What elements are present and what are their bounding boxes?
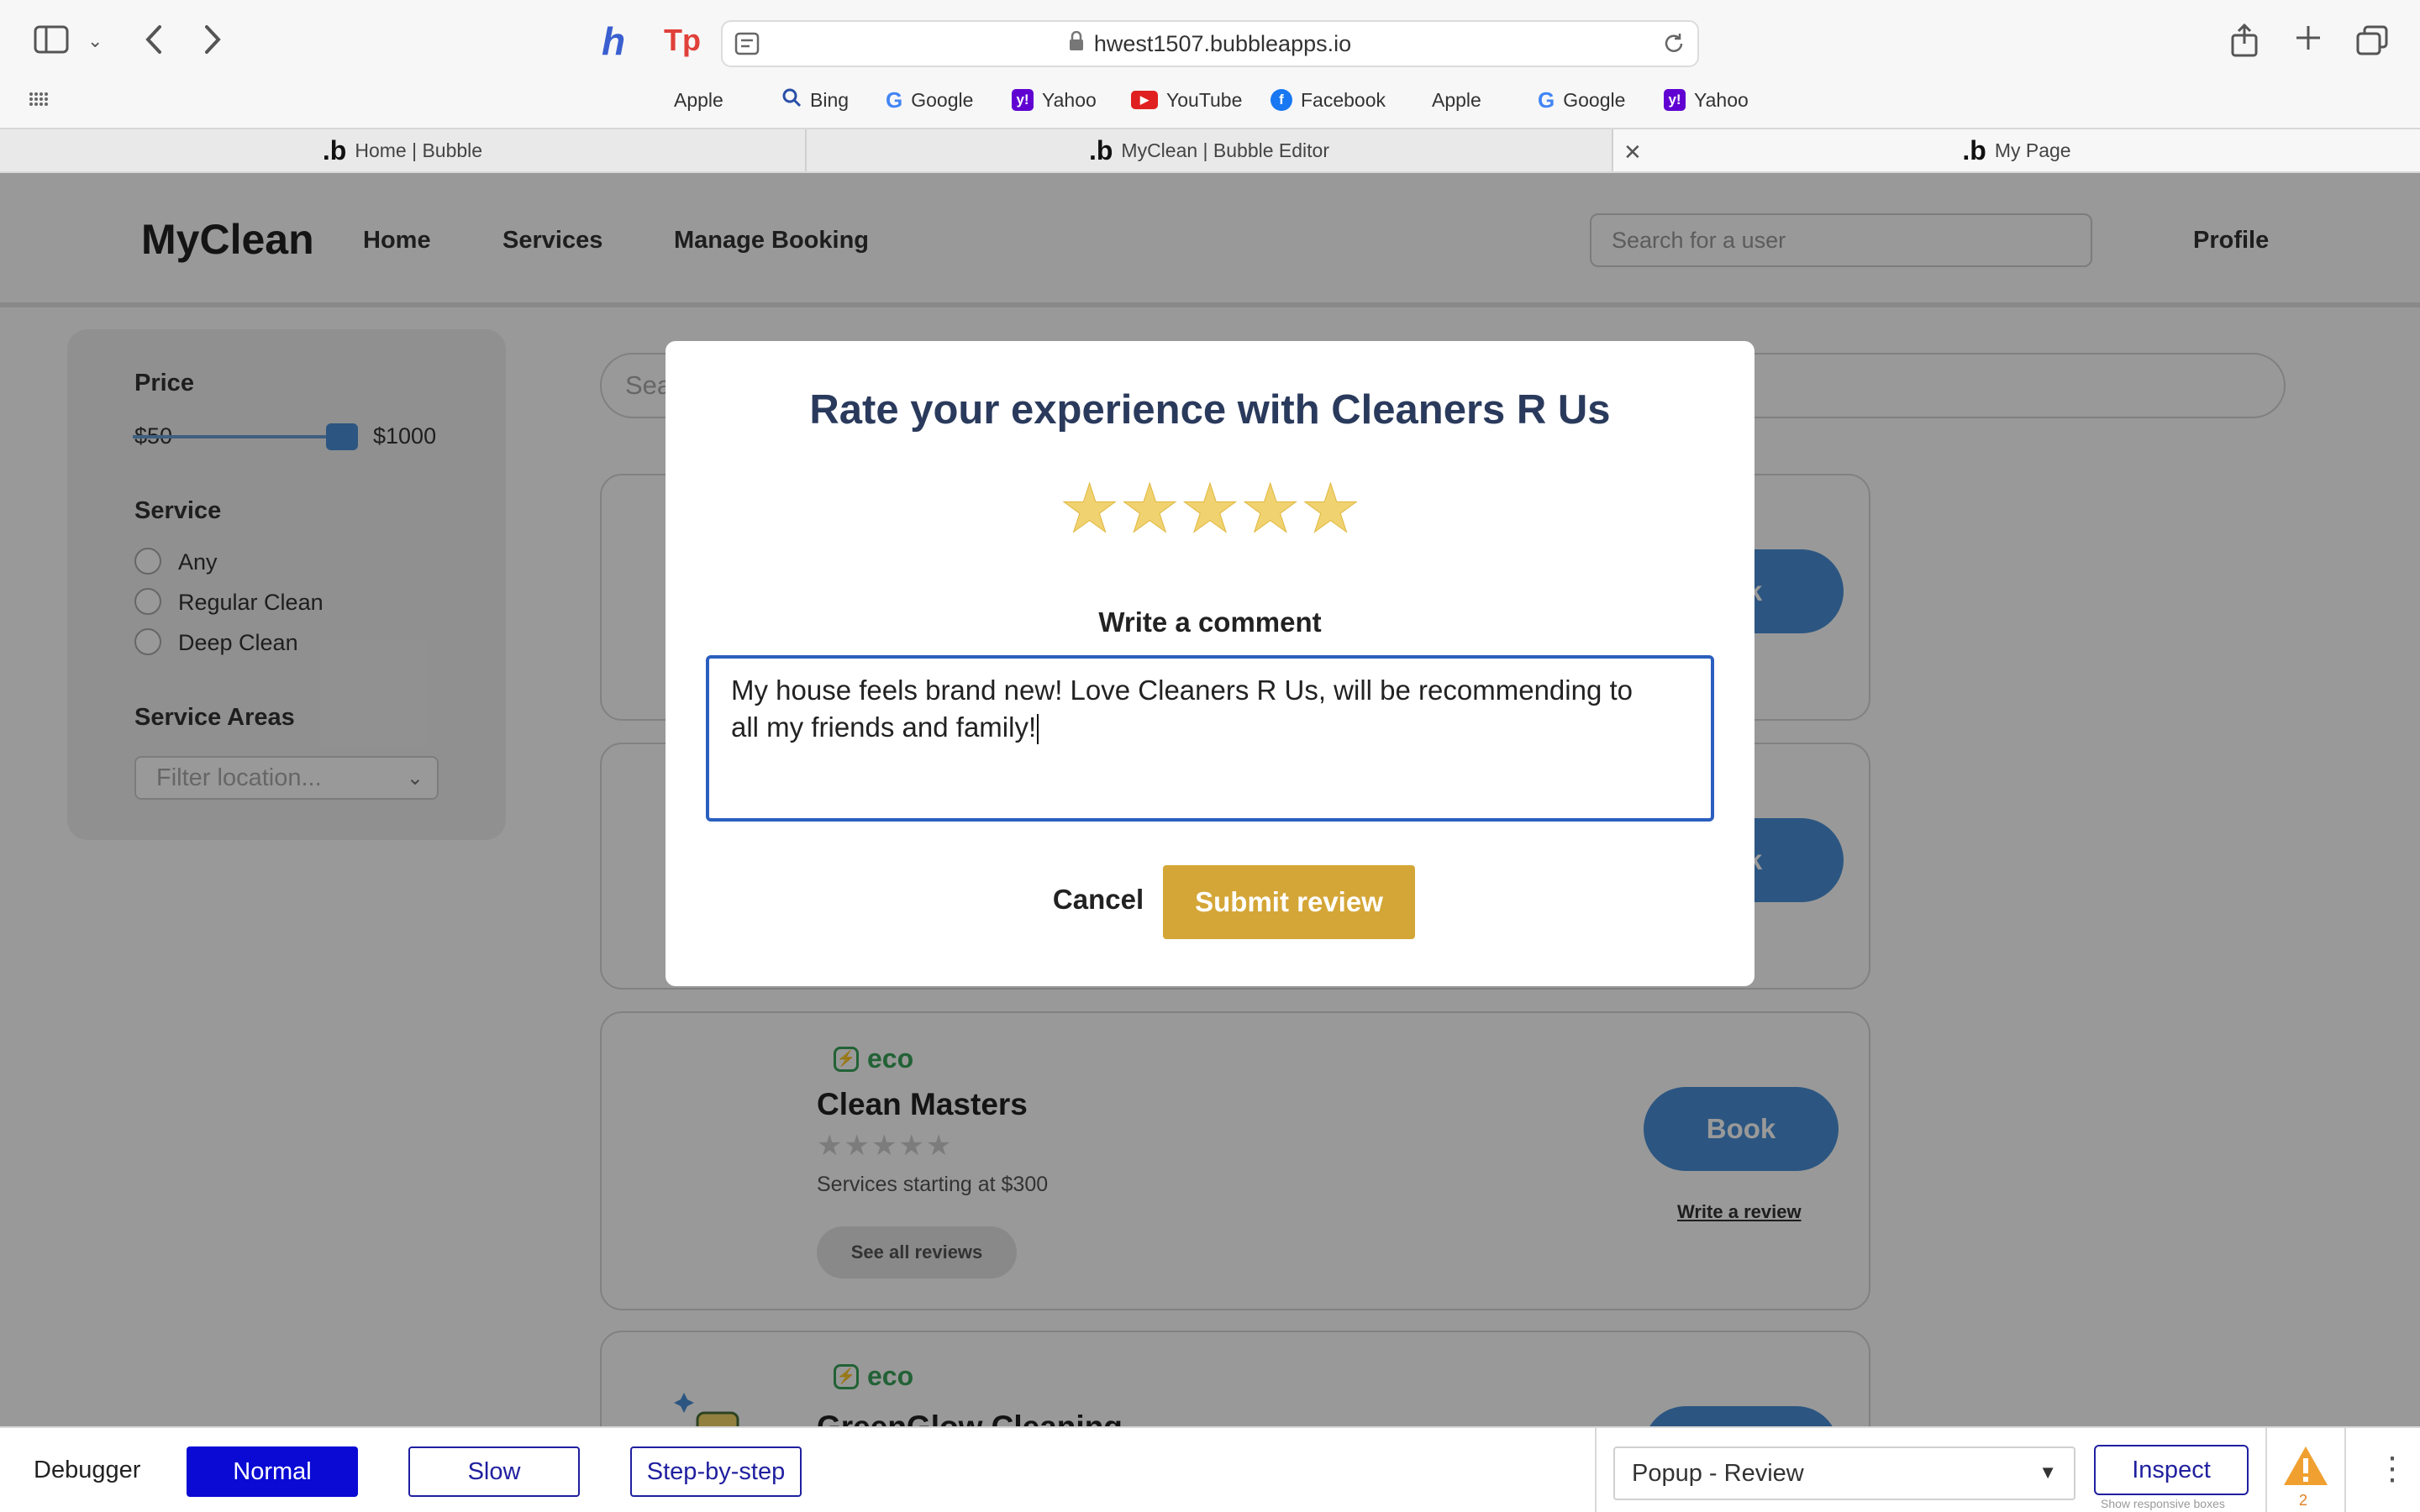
warning-icon[interactable]	[2282, 1445, 2329, 1487]
tab-my-page[interactable]: .b My Page	[1613, 129, 2420, 171]
lock-icon	[1069, 30, 1084, 57]
address-bar[interactable]: hwest1507.bubbleapps.io	[721, 20, 1699, 67]
mode-slow-button[interactable]: Slow	[408, 1446, 580, 1497]
page: MyClean Home Services Manage Booking Sea…	[0, 173, 2420, 1426]
more-options-icon[interactable]: ⋮	[2376, 1450, 2408, 1488]
star-icon[interactable]: ★	[1180, 475, 1241, 543]
bookmark-facebook[interactable]: f Facebook	[1270, 84, 1386, 116]
yahoo-icon: y!	[1012, 89, 1034, 111]
warning-count: 2	[2299, 1492, 2308, 1509]
caret-down-icon: ▼	[2039, 1462, 2057, 1483]
apps-grid-icon[interactable]	[29, 91, 49, 111]
forward-arrow-icon[interactable]	[203, 24, 224, 61]
comment-label: Write a comment	[1098, 606, 1322, 638]
google-icon: G	[886, 87, 903, 113]
bookmark-yahoo-2[interactable]: y! Yahoo	[1664, 84, 1749, 116]
reload-icon[interactable]	[1662, 32, 1686, 60]
bookmark-apple[interactable]: Apple	[666, 84, 723, 116]
bubble-logo-icon: .b	[322, 134, 347, 165]
url-text: hwest1507.bubbleapps.io	[1093, 30, 1352, 56]
youtube-icon: ▶	[1131, 91, 1158, 109]
inspect-button[interactable]: Inspect	[2094, 1445, 2249, 1495]
responsive-boxes-label[interactable]: Show responsive boxes	[2101, 1497, 2225, 1510]
bookmark-apple-2[interactable]: Apple	[1423, 84, 1481, 116]
star-icon[interactable]: ★	[1239, 475, 1301, 543]
review-popup: Rate your experience with Cleaners R Us …	[666, 341, 1754, 986]
debugger-bar: Debugger Normal Slow Step-by-step Popup …	[0, 1426, 2420, 1512]
submit-review-button[interactable]: Submit review	[1163, 865, 1415, 939]
star-icon[interactable]: ★	[1119, 475, 1181, 543]
google-icon: G	[1538, 87, 1555, 113]
extension-h-icon[interactable]: h	[602, 22, 625, 60]
bubble-logo-icon: .b	[1962, 134, 1986, 165]
search-icon	[781, 87, 802, 113]
mode-normal-button[interactable]: Normal	[187, 1446, 358, 1497]
bookmark-bing[interactable]: Bing	[781, 84, 849, 116]
extension-tp-icon[interactable]: Tp	[664, 25, 701, 55]
divider	[2265, 1428, 2267, 1512]
bookmark-youtube[interactable]: ▶ YouTube	[1131, 84, 1242, 116]
tab-bar: .b Home | Bubble .b MyClean | Bubble Edi…	[0, 128, 2420, 173]
cancel-button[interactable]: Cancel	[1027, 870, 1170, 929]
browser-toolbar: ⌄ h Tp hwest1507.bubbleapps.io Apple Bin…	[0, 0, 2420, 128]
popup-title: Rate your experience with Cleaners R Us	[809, 387, 1611, 433]
star-icon[interactable]: ★	[1300, 475, 1361, 543]
divider	[2344, 1428, 2346, 1512]
tab-overview-icon[interactable]	[2356, 25, 2388, 61]
star-icon[interactable]: ★	[1059, 475, 1120, 543]
comment-textarea[interactable]: My house feels brand new! Love Cleaners …	[706, 655, 1714, 822]
chevron-down-icon[interactable]: ⌄	[87, 32, 103, 50]
close-tab-icon[interactable]: ✕	[1623, 139, 1642, 165]
tab-bubble-editor[interactable]: .b MyClean | Bubble Editor	[807, 129, 1612, 171]
back-arrow-icon[interactable]	[143, 24, 163, 61]
new-tab-icon[interactable]	[2294, 24, 2323, 58]
tab-home-bubble[interactable]: .b Home | Bubble	[0, 129, 805, 171]
yahoo-icon: y!	[1664, 89, 1686, 111]
bookmark-yahoo[interactable]: y! Yahoo	[1012, 84, 1097, 116]
text-cursor	[1037, 714, 1039, 745]
mode-step-button[interactable]: Step-by-step	[630, 1446, 802, 1497]
rating-input[interactable]: ★ ★ ★ ★ ★	[666, 475, 1754, 543]
share-icon[interactable]	[2230, 23, 2259, 63]
bubble-logo-icon: .b	[1088, 134, 1113, 165]
bookmark-google[interactable]: G Google	[886, 84, 973, 116]
divider	[1595, 1428, 1597, 1512]
facebook-icon: f	[1270, 89, 1292, 111]
debugger-label: Debugger	[34, 1457, 141, 1483]
sidebar-toggle-icon[interactable]	[34, 25, 69, 60]
element-select[interactable]: Popup - Review ▼	[1613, 1446, 2075, 1500]
bookmark-google-2[interactable]: G Google	[1538, 84, 1625, 116]
